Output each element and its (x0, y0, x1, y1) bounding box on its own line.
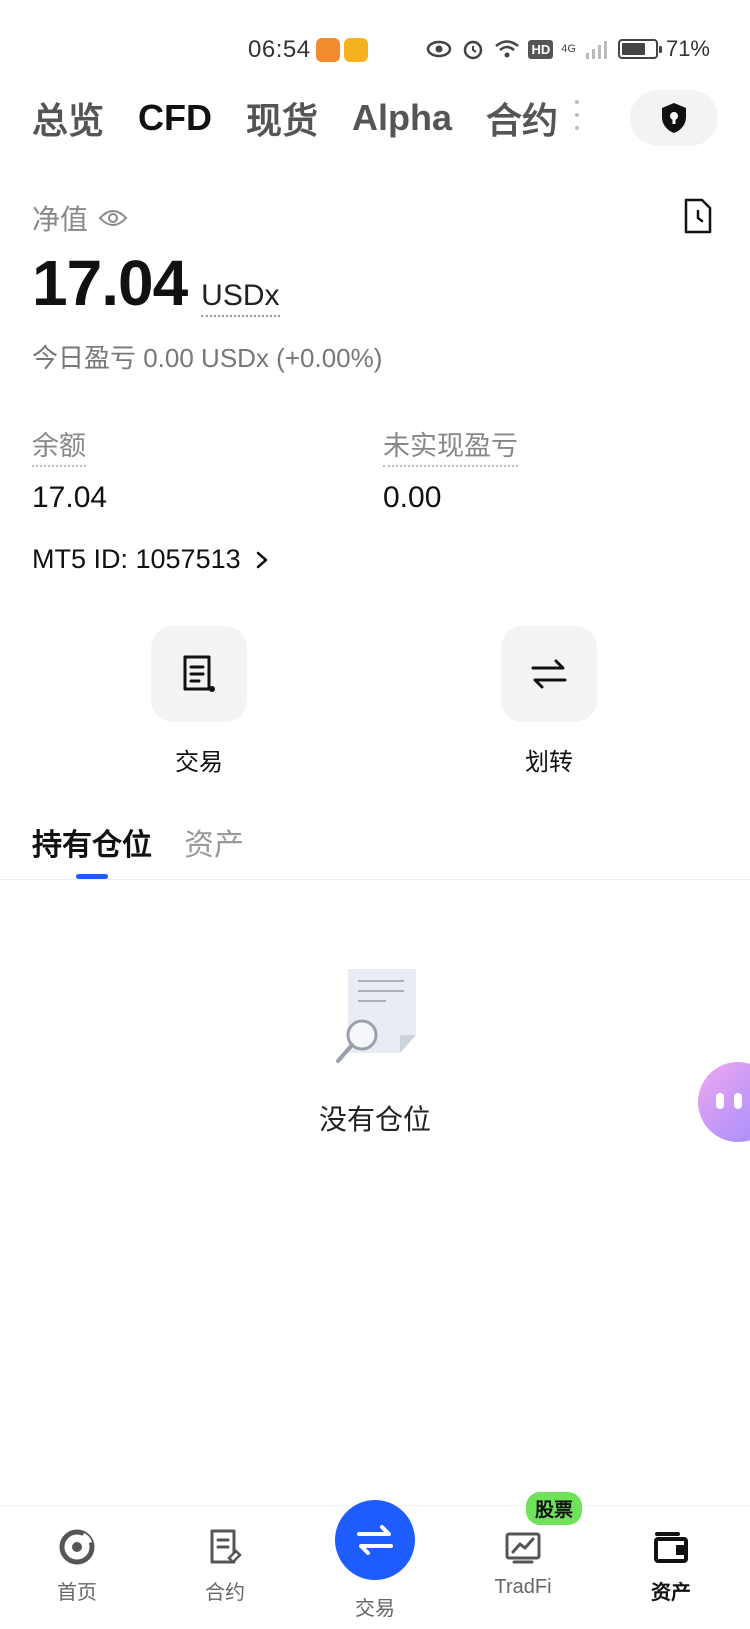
balance-label[interactable]: 余额 (32, 424, 86, 467)
net-value-label-row: 净值 (32, 198, 128, 238)
network-label: 4G (561, 42, 576, 55)
transfer-arrows-icon (531, 659, 567, 689)
net-value: 17.04 (32, 247, 188, 319)
empty-positions-text: 没有仓位 (318, 1104, 431, 1135)
pnl-today: 今日盈亏 0.00 USDx (+0.00%) (32, 343, 383, 373)
net-value-label: 净值 (32, 204, 89, 235)
battery-percent: 71% (665, 36, 710, 61)
eye-icon[interactable] (98, 208, 128, 228)
status-icons: HD 4G 71% (426, 36, 710, 62)
battery-icon (617, 39, 662, 59)
trade-action-label: 交易 (175, 749, 223, 776)
home-icon (59, 1529, 95, 1565)
nav-trade[interactable]: 交易 (325, 1500, 425, 1621)
nav-assets[interactable]: 资产 (621, 1528, 721, 1605)
trade-action-button[interactable] (151, 626, 247, 722)
nav-tradfi[interactable]: TradFi (473, 1528, 573, 1599)
alarm-icon (464, 40, 483, 60)
mt5-id: MT5 ID: 1057513 (32, 544, 241, 574)
stock-badge: 股票 (526, 1492, 583, 1525)
nav-home[interactable]: 首页 (27, 1528, 127, 1605)
trade-fab[interactable] (335, 1500, 415, 1580)
eye-status-icon (427, 40, 452, 58)
unrealized-pnl-stat: 未实现盈亏 0.00 (383, 424, 518, 515)
net-currency[interactable]: USDx (201, 279, 280, 317)
nav-futures-label: 合约 (205, 1582, 245, 1604)
status-bar: 06:54 HD 4G 71% (0, 0, 750, 100)
security-button[interactable] (630, 90, 718, 146)
balance-value: 17.04 (32, 481, 108, 514)
bot-eye-right (734, 1093, 742, 1109)
shield-lock-icon (662, 103, 686, 133)
tab-futures[interactable]: 合约 (486, 92, 558, 144)
bottom-nav: 首页 合约 交易 TradFi 资产 (0, 1500, 750, 1629)
notification-app-icon (316, 38, 340, 62)
tradfi-chart-icon (505, 1532, 541, 1564)
unrealized-pnl-value: 0.00 (383, 481, 442, 514)
balance-stat: 余额 17.04 (32, 424, 107, 515)
net-value-row: 17.04 USDx (32, 246, 280, 320)
trade-swap-icon (357, 1525, 393, 1555)
wifi-icon (495, 40, 520, 58)
tab-alpha[interactable]: Alpha (352, 97, 452, 139)
futures-icon (210, 1529, 242, 1564)
status-time: 06:54 (248, 36, 311, 63)
hd-badge: HD (528, 39, 554, 59)
nav-futures[interactable]: 合约 (175, 1528, 275, 1605)
tab-spot[interactable]: 现货 (246, 92, 318, 144)
transfer-action-label: 划转 (525, 749, 573, 776)
tab-cfd[interactable]: CFD (138, 97, 212, 139)
document-search-icon (336, 969, 416, 1063)
top-tabs: 总览 CFD 现货 Alpha 合约 (32, 92, 558, 144)
tab-positions[interactable]: 持有仓位 (32, 820, 152, 864)
mt5-id-link[interactable]: MT5 ID: 1057513 (32, 544, 269, 575)
section-divider (0, 879, 750, 880)
tab-assets[interactable]: 资产 (184, 820, 244, 864)
tab-more-indicator[interactable] (574, 100, 580, 130)
bot-eye-left (716, 1093, 724, 1109)
nav-tradfi-label: TradFi (494, 1576, 552, 1598)
order-list-icon (183, 655, 215, 692)
history-icon[interactable] (682, 198, 714, 234)
transfer-action[interactable]: 划转 (501, 626, 597, 777)
chevron-right-icon (256, 551, 267, 568)
mail-notification-icon (344, 38, 368, 62)
transfer-action-button[interactable] (501, 626, 597, 722)
wallet-icon (654, 1532, 688, 1563)
trade-action[interactable]: 交易 (151, 626, 247, 777)
nav-assets-label: 资产 (651, 1582, 691, 1604)
signal-icon (585, 41, 607, 59)
tab-overview[interactable]: 总览 (32, 92, 104, 144)
unrealized-pnl-label[interactable]: 未实现盈亏 (383, 424, 518, 467)
nav-home-label: 首页 (57, 1582, 97, 1604)
section-tabs: 持有仓位 资产 (32, 820, 244, 864)
nav-trade-label: 交易 (355, 1598, 395, 1620)
